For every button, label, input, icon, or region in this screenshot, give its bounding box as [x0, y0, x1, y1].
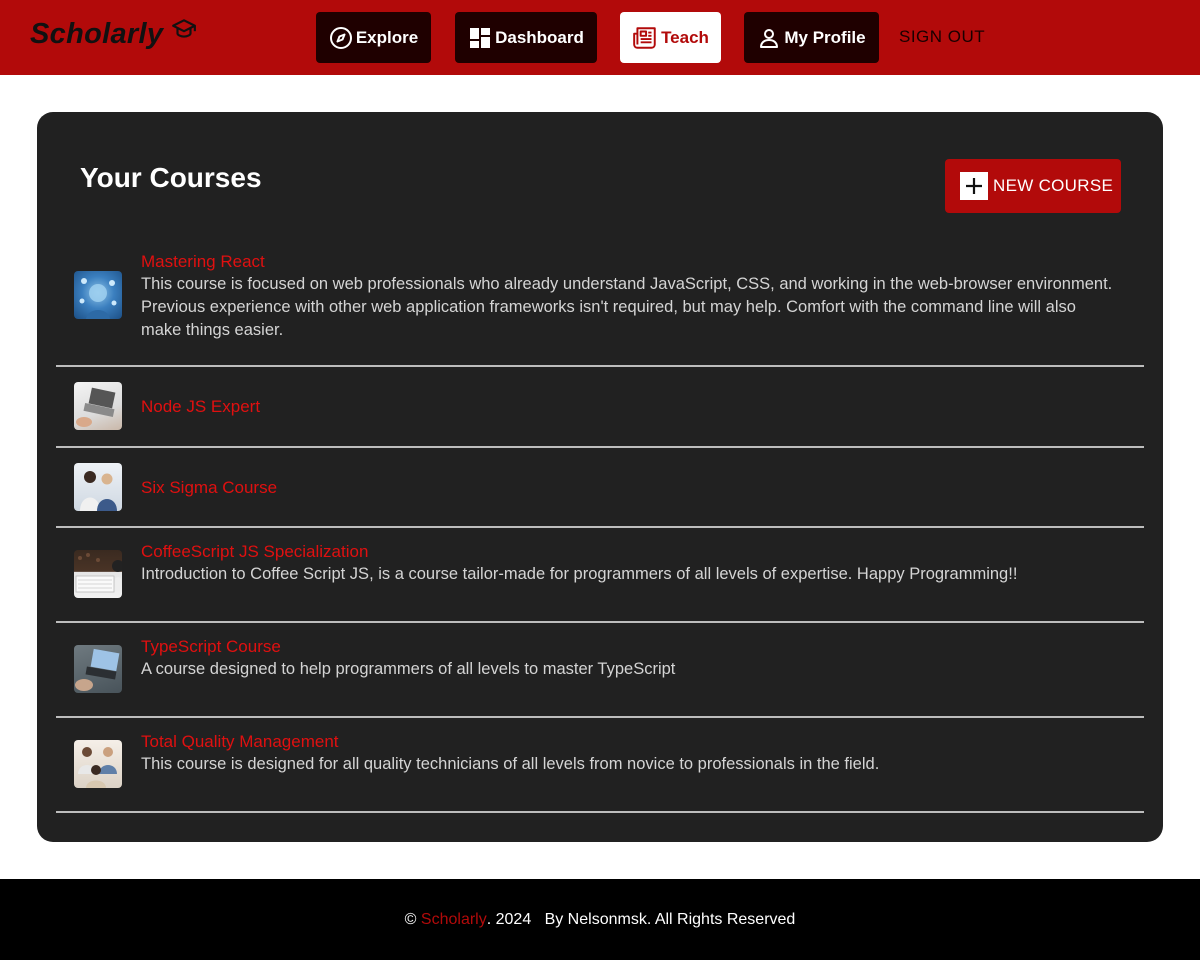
course-item-total-quality[interactable]: Total Quality Management This course is … [56, 718, 1144, 813]
new-course-label: NEW COURSE [993, 176, 1114, 195]
course-description: A course designed to help programmers of… [141, 660, 676, 678]
footer-brand-link[interactable]: Scholarly [421, 911, 487, 929]
course-thumbnail [74, 645, 122, 693]
course-title[interactable]: Six Sigma Course [141, 476, 1114, 499]
new-course-button[interactable]: NEW COURSE [945, 159, 1121, 213]
course-description: Introduction to Coffee Script JS, is a c… [141, 565, 1018, 583]
course-item-coffeescript[interactable]: CoffeeScript JS Specialization Introduct… [56, 528, 1144, 623]
nav-dashboard-label: Dashboard [495, 27, 584, 47]
course-thumbnail [74, 740, 122, 788]
course-thumbnail [74, 271, 122, 319]
top-navbar: Scholarly Explore Dashboard Teach My Pro… [0, 0, 1200, 75]
nav-profile-button[interactable]: My Profile [744, 12, 879, 63]
course-title[interactable]: Total Quality Management [141, 730, 1114, 753]
page-title: Your Courses [80, 162, 262, 193]
copyright-symbol: © [404, 910, 417, 928]
course-description: This course is focused on web profession… [141, 275, 1113, 339]
course-item-node-js[interactable]: Node JS Expert [56, 367, 1144, 448]
nav-explore-label: Explore [355, 27, 419, 47]
brand-logo[interactable]: Scholarly [30, 18, 197, 51]
brand-name: Scholarly [30, 18, 164, 50]
nav-dashboard-button[interactable]: Dashboard [455, 12, 597, 63]
footer-byline: By Nelsonmsk. All Rights Reserved [544, 910, 796, 928]
compass-icon [329, 26, 352, 49]
nav-profile-label: My Profile [784, 27, 866, 47]
course-item-six-sigma[interactable]: Six Sigma Course [56, 448, 1144, 528]
dashboard-icon [470, 27, 491, 48]
nav-teach-button[interactable]: Teach [620, 12, 721, 63]
person-icon [760, 28, 779, 48]
course-title[interactable]: Mastering React [141, 250, 1114, 273]
graduation-cap-icon [172, 18, 197, 38]
sign-out-link[interactable]: SIGN OUT [899, 27, 985, 47]
course-title[interactable]: CoffeeScript JS Specialization [141, 540, 1114, 563]
plus-icon [960, 172, 988, 200]
course-item-typescript[interactable]: TypeScript Course A course designed to h… [56, 623, 1144, 718]
nav-explore-button[interactable]: Explore [316, 12, 431, 63]
nav-teach-label: Teach [661, 27, 709, 47]
course-thumbnail [74, 382, 122, 430]
footer: © Scholarly. 2024 By Nelsonmsk. All Righ… [0, 879, 1200, 960]
course-item-mastering-react[interactable]: Mastering React This course is focused o… [56, 238, 1144, 367]
course-thumbnail [74, 463, 122, 511]
course-description: This course is designed for all quality … [141, 755, 880, 773]
course-thumbnail [74, 550, 122, 598]
course-title[interactable]: TypeScript Course [141, 635, 1114, 658]
footer-year: . 2024 [486, 910, 532, 928]
course-title[interactable]: Node JS Expert [141, 395, 1114, 418]
courses-panel: Your Courses NEW COURSE Mastering React … [37, 112, 1163, 842]
course-list: Mastering React This course is focused o… [56, 238, 1144, 813]
newspaper-icon [633, 26, 656, 49]
